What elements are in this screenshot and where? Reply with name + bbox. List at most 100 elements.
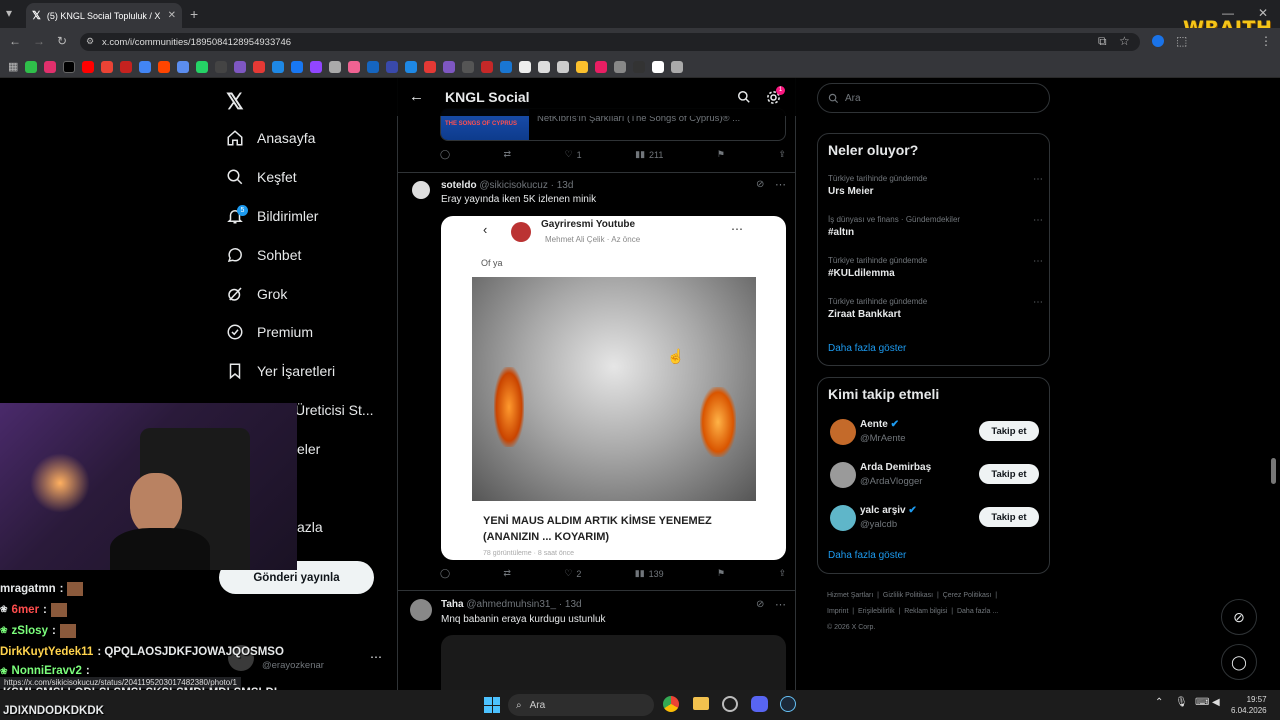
author-handle[interactable]: @ahmedmuhsin31_ <box>466 599 556 610</box>
clock[interactable]: 19:57 6.04.2026 <box>1231 694 1267 716</box>
tray-chevron-icon[interactable]: ⌃ <box>1155 697 1163 708</box>
folder-app-icon[interactable] <box>693 697 709 710</box>
post-time[interactable]: · 13d <box>559 599 582 610</box>
nav-creator-studio[interactable]: Üreticisi St... <box>295 397 374 423</box>
user-name[interactable]: yalc arşiv ✔ <box>860 505 917 516</box>
share-button[interactable]: ⇪ <box>778 568 786 579</box>
bookmark-icon[interactable] <box>500 60 513 73</box>
back-icon[interactable]: ← <box>9 34 21 48</box>
app-icon[interactable] <box>722 696 738 712</box>
bookmark-icon[interactable] <box>367 60 380 73</box>
bookmark-icon[interactable] <box>234 60 247 73</box>
nav-premium[interactable]: Premium <box>226 319 313 345</box>
messages-fab-icon[interactable]: ◯ <box>1221 644 1257 680</box>
nav-communities[interactable]: eler <box>297 436 320 462</box>
share-button[interactable]: ⇪ <box>778 149 786 160</box>
bookmark-icon[interactable] <box>272 60 285 73</box>
user-avatar[interactable] <box>830 462 856 488</box>
author-name[interactable]: Taha <box>441 599 464 610</box>
taskbar-search[interactable]: ⌕ Ara <box>508 694 654 716</box>
bookmark-icon[interactable] <box>671 60 684 73</box>
search-icon[interactable] <box>737 90 751 104</box>
scrollbar-thumb[interactable] <box>1271 458 1276 484</box>
bookmark-icon[interactable] <box>63 60 76 73</box>
nav-more[interactable]: azla <box>297 514 323 540</box>
bookmark-icon[interactable] <box>253 60 266 73</box>
like-button[interactable]: ♡ 2 <box>564 568 581 579</box>
bookmark-icon[interactable] <box>557 60 570 73</box>
bookmark-icon[interactable] <box>25 60 38 73</box>
nav-chat[interactable]: Sohbet <box>226 242 301 268</box>
bookmark-icon[interactable] <box>652 60 665 73</box>
bookmark-icon[interactable] <box>196 60 209 73</box>
follow-button[interactable]: Takip et <box>979 464 1039 484</box>
menu-icon[interactable]: ⋮ <box>1260 34 1272 48</box>
url-field[interactable]: ⚙ x.com/i/communities/189508412895493374… <box>80 33 1140 51</box>
views-button[interactable]: ▮▮ 211 <box>635 149 663 160</box>
nav-explore[interactable]: Keşfet <box>226 164 297 190</box>
tab-close-icon[interactable]: ✕ <box>168 10 176 21</box>
steam-app-icon[interactable] <box>780 696 796 712</box>
repost-button[interactable]: ⇄ <box>503 568 511 579</box>
user-name[interactable]: Aente ✔ <box>860 419 899 430</box>
bookmark-icon[interactable] <box>291 60 304 73</box>
bookmark-icon[interactable] <box>424 60 437 73</box>
follow-button[interactable]: Takip et <box>979 421 1039 441</box>
grok-icon[interactable]: ⊘ <box>756 179 764 190</box>
bookmark-icon[interactable] <box>329 60 342 73</box>
bookmark-icon[interactable] <box>481 60 494 73</box>
bookmark-icon[interactable] <box>44 60 57 73</box>
nav-bookmarks[interactable]: Yer İşaretleri <box>226 358 335 384</box>
author-avatar[interactable] <box>410 599 432 621</box>
post-time[interactable]: · 13d <box>551 180 574 191</box>
trend-more-icon[interactable]: ⋯ <box>1033 215 1043 226</box>
footer-link[interactable]: Çerez Politikası <box>943 592 992 599</box>
bookmark-icon[interactable] <box>633 60 646 73</box>
discord-app-icon[interactable] <box>751 696 768 712</box>
bookmark-icon[interactable] <box>101 60 114 73</box>
more-icon[interactable]: ⋯ <box>775 598 786 611</box>
more-icon[interactable]: ⋯ <box>775 178 786 191</box>
x-logo-icon[interactable]: 𝕏 <box>226 89 244 115</box>
reload-icon[interactable]: ↻ <box>57 34 67 48</box>
trend-item[interactable]: İş dünyası ve finans · Gündemdekiler #al… <box>828 215 1043 238</box>
bookmark-button[interactable]: ⚑ <box>717 568 725 579</box>
bookmark-icon[interactable] <box>215 60 228 73</box>
show-more-link[interactable]: Daha fazla göster <box>828 343 906 354</box>
bookmark-icon[interactable] <box>538 60 551 73</box>
bookmark-icon[interactable] <box>158 60 171 73</box>
nav-grok[interactable]: Grok <box>226 281 287 307</box>
search-box[interactable]: Ara <box>817 83 1050 113</box>
bookmark-icon[interactable] <box>139 60 152 73</box>
bookmark-icon[interactable] <box>576 60 589 73</box>
grok-icon[interactable]: ⊘ <box>756 599 764 610</box>
user-avatar[interactable] <box>830 419 856 445</box>
show-more-link[interactable]: Daha fazla göster <box>828 550 906 561</box>
mic-icon[interactable]: 🎙 <box>1175 697 1188 708</box>
bookmark-icon[interactable] <box>348 60 361 73</box>
bookmark-icon[interactable] <box>310 60 323 73</box>
nav-home[interactable]: Anasayfa <box>226 125 315 151</box>
bookmark-icon[interactable] <box>82 60 95 73</box>
footer-link[interactable]: Erişilebilirlik <box>858 608 895 615</box>
repost-button[interactable]: ⇄ <box>504 149 512 160</box>
bookmark-icon[interactable] <box>405 60 418 73</box>
author-avatar[interactable] <box>412 181 430 199</box>
forward-icon[interactable]: → <box>33 34 45 48</box>
windows-start-icon[interactable] <box>484 697 500 713</box>
new-tab-icon[interactable]: + <box>190 6 198 22</box>
volume-icon[interactable]: ◀ <box>1212 697 1220 708</box>
star-icon[interactable]: ☆ <box>1119 34 1130 48</box>
bookmark-icon[interactable] <box>386 60 399 73</box>
footer-link[interactable]: Imprint <box>827 608 848 615</box>
author-handle[interactable]: @sikicisokucuz <box>479 180 548 191</box>
trend-item[interactable]: Türkiye tarihinde gündemde #KULdilemma ⋯ <box>828 256 1043 279</box>
bookmark-icon[interactable] <box>614 60 627 73</box>
author-name[interactable]: soteldo <box>441 180 477 191</box>
footer-link[interactable]: Hizmet Şartları <box>827 592 873 599</box>
reply-button[interactable]: ◯ <box>440 568 450 579</box>
bookmark-icon[interactable] <box>443 60 456 73</box>
apps-icon[interactable]: ▦ <box>8 60 18 73</box>
bookmark-icon[interactable] <box>120 60 133 73</box>
bookmark-icon[interactable] <box>462 60 475 73</box>
